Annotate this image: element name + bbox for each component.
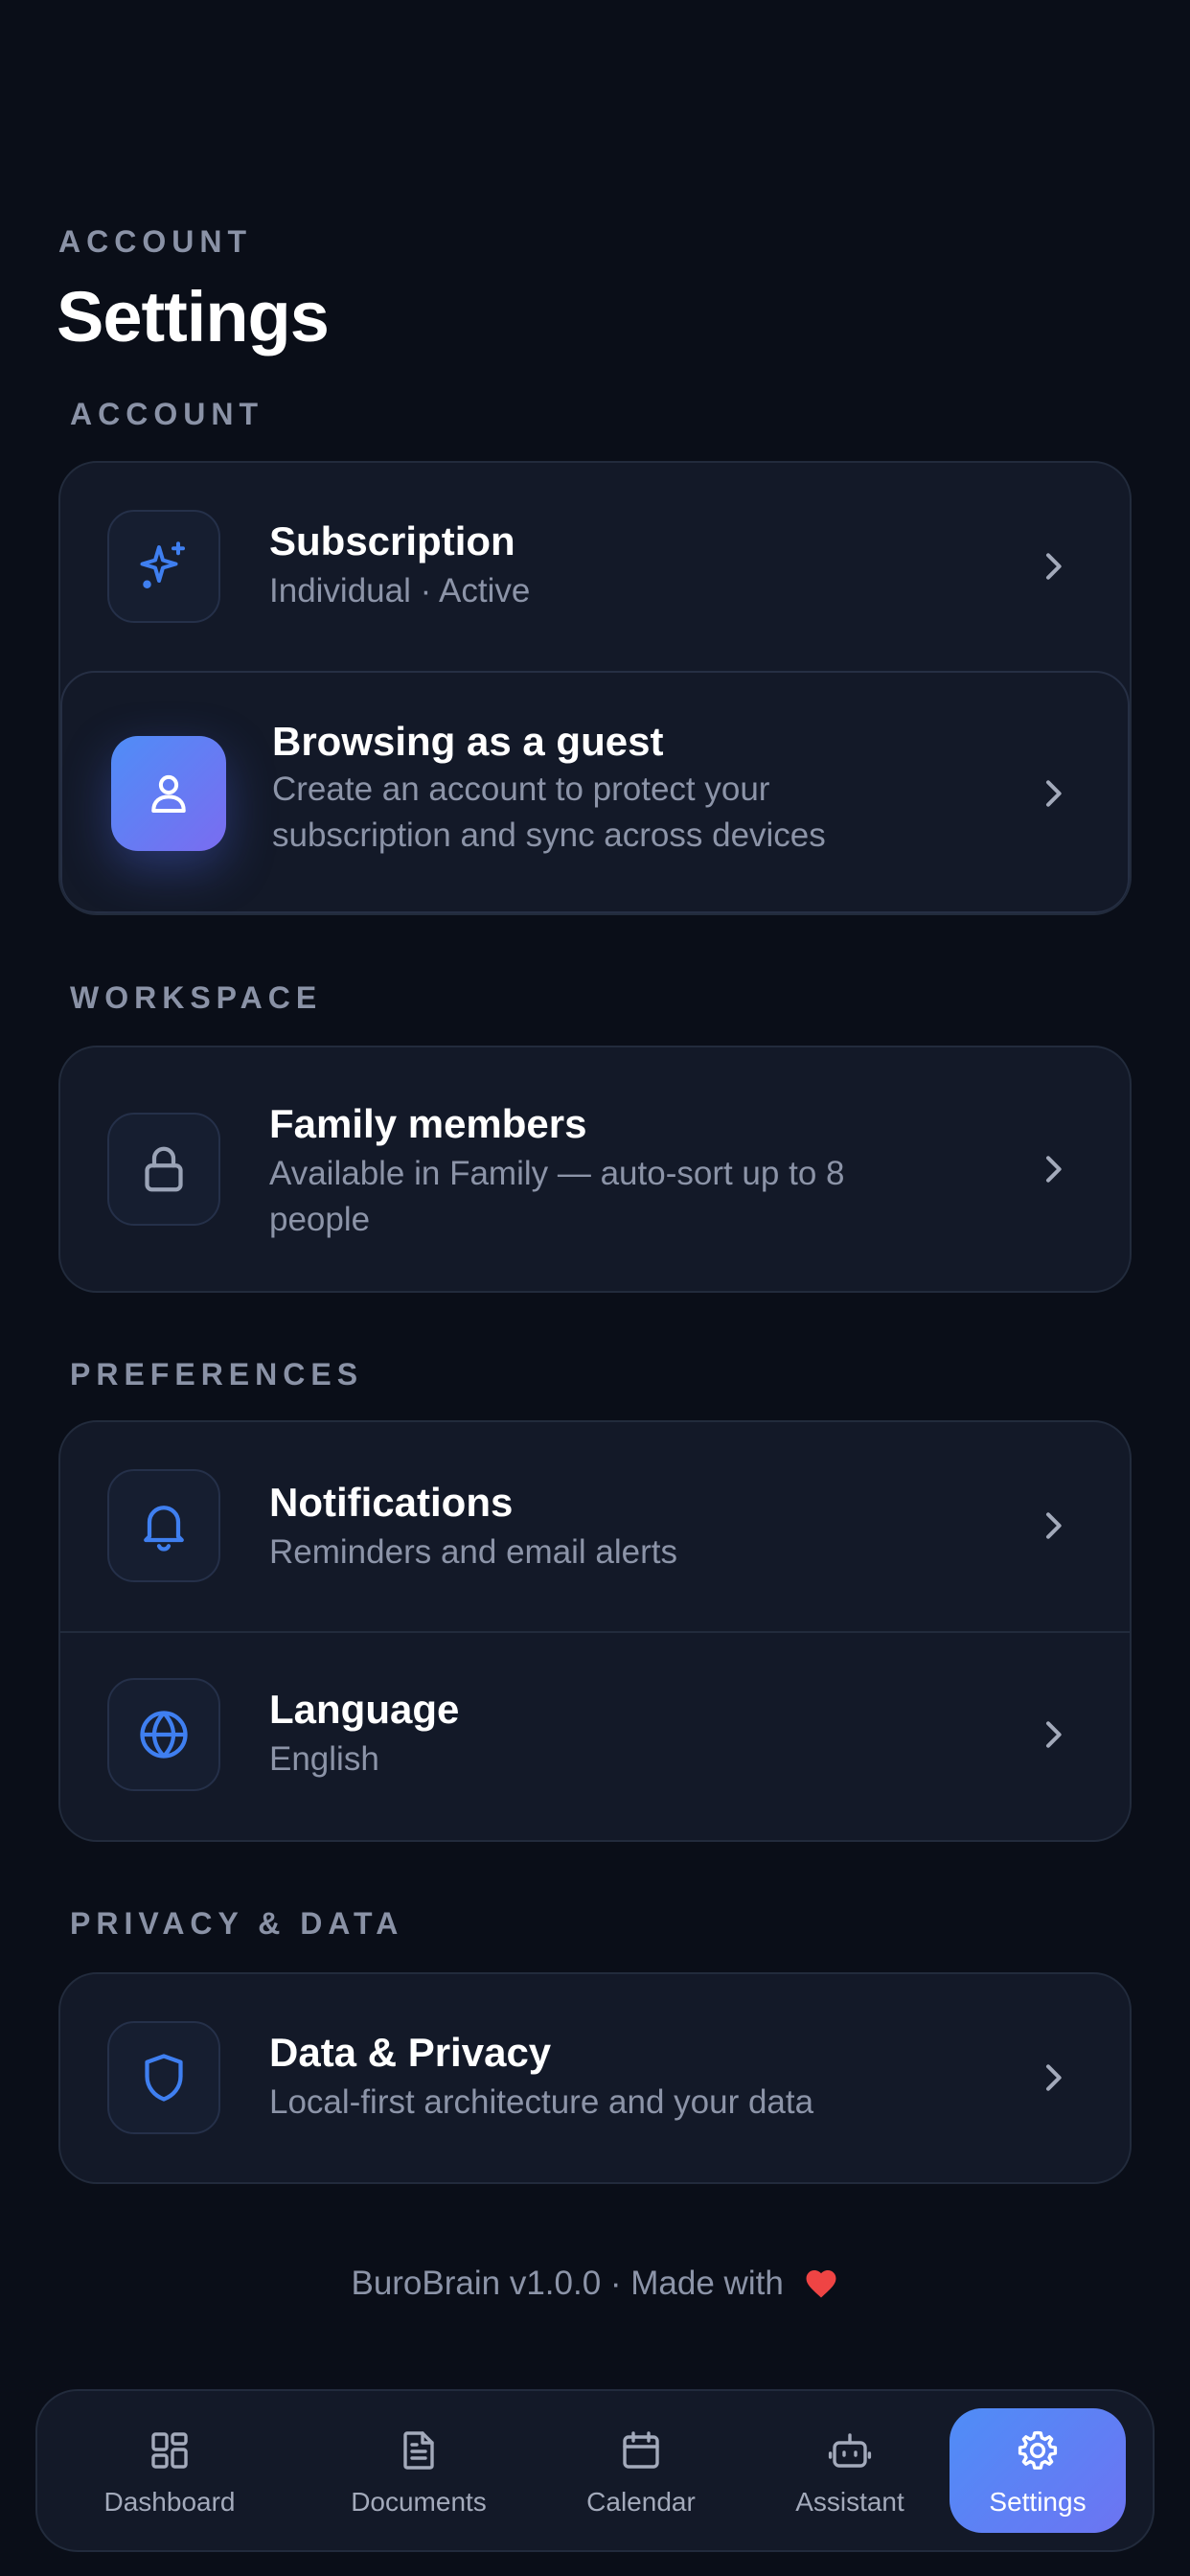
tab-assistant[interactable]: Assistant — [754, 2408, 946, 2533]
guest-row[interactable]: Browsing as a guest Create an account to… — [60, 671, 1130, 913]
preferences-card: Notifications Reminders and email alerts… — [58, 1420, 1132, 1842]
tab-settings[interactable]: Settings — [950, 2408, 1126, 2533]
chevron-right-icon — [1046, 1721, 1062, 1748]
section-label-workspace: WORKSPACE — [70, 980, 323, 1015]
tab-label: Documents — [351, 2487, 487, 2517]
chevron-right-icon — [1046, 2064, 1062, 2091]
privacy-card: Data & Privacy Local-first architecture … — [58, 1972, 1132, 2184]
subscription-row[interactable]: Subscription Individual · Active — [60, 463, 1130, 671]
tab-documents[interactable]: Documents — [323, 2408, 515, 2533]
data-privacy-title: Data & Privacy — [269, 2030, 552, 2075]
family-title: Family members — [269, 1101, 587, 1146]
notifications-title: Notifications — [269, 1480, 514, 1525]
tab-label: Dashboard — [103, 2487, 236, 2517]
tab-label: Assistant — [795, 2487, 904, 2517]
page-title: Settings — [57, 277, 330, 356]
family-subtitle: Available in Family — auto-sort up to 8 … — [269, 1155, 845, 1238]
page-eyebrow: ACCOUNT — [58, 224, 252, 259]
chevron-right-icon — [1046, 1156, 1062, 1183]
tab-dashboard[interactable]: Dashboard — [74, 2408, 265, 2533]
section-label-preferences: PREFERENCES — [70, 1357, 364, 1392]
language-icon-box — [107, 1678, 220, 1791]
guest-subtitle: Create an account to protect your subscr… — [272, 770, 826, 854]
notifications-subtitle: Reminders and email alerts — [269, 1533, 678, 1571]
tab-label: Settings — [989, 2487, 1087, 2517]
user-icon — [151, 774, 186, 814]
footer-version-text: BuroBrain v1.0.0 · Made with — [351, 2265, 784, 2302]
bell-icon — [144, 1506, 184, 1552]
subscription-icon-box — [107, 510, 220, 623]
lock-icon — [145, 1146, 183, 1192]
language-title: Language — [269, 1687, 460, 1732]
chevron-right-icon — [1046, 780, 1062, 807]
section-label-account: ACCOUNT — [70, 397, 263, 431]
subscription-subtitle: Individual · Active — [269, 572, 531, 610]
dashboard-icon — [151, 2432, 188, 2469]
document-icon — [403, 2431, 434, 2470]
workspace-card: Family members Available in Family — aut… — [58, 1046, 1132, 1293]
section-label-privacy: PRIVACY & DATA — [70, 1906, 404, 1941]
globe-icon — [140, 1711, 188, 1759]
tab-label: Calendar — [586, 2487, 696, 2517]
guest-icon-box — [111, 736, 226, 851]
guest-title: Browsing as a guest — [272, 719, 664, 764]
bottom-tab-bar: Dashboard Documents Calendar Assistant S… — [35, 2389, 1155, 2552]
app-footer: BuroBrain v1.0.0 · Made with — [0, 2265, 1190, 2303]
gear-icon — [1018, 2430, 1058, 2470]
chevron-right-icon — [1046, 1512, 1062, 1539]
chevron-right-icon — [1046, 553, 1062, 580]
language-row[interactable]: Language English — [60, 1633, 1130, 1840]
notifications-icon-box — [107, 1469, 220, 1582]
sparkle-icon — [140, 541, 185, 589]
language-subtitle: English — [269, 1740, 379, 1778]
data-privacy-subtitle: Local-first architecture and your data — [269, 2083, 814, 2121]
robot-icon — [828, 2433, 872, 2468]
heart-icon — [806, 2269, 835, 2298]
family-icon-box — [107, 1113, 220, 1226]
family-members-row[interactable]: Family members Available in Family — aut… — [60, 1047, 1130, 1291]
calendar-icon — [623, 2431, 659, 2469]
subscription-title: Subscription — [269, 518, 515, 564]
shield-icon — [145, 2054, 183, 2102]
account-card: Subscription Individual · Active Browsin… — [58, 461, 1132, 915]
notifications-row[interactable]: Notifications Reminders and email alerts — [60, 1422, 1130, 1631]
data-privacy-row[interactable]: Data & Privacy Local-first architecture … — [60, 1974, 1130, 2182]
tab-calendar[interactable]: Calendar — [545, 2408, 737, 2533]
privacy-icon-box — [107, 2021, 220, 2134]
